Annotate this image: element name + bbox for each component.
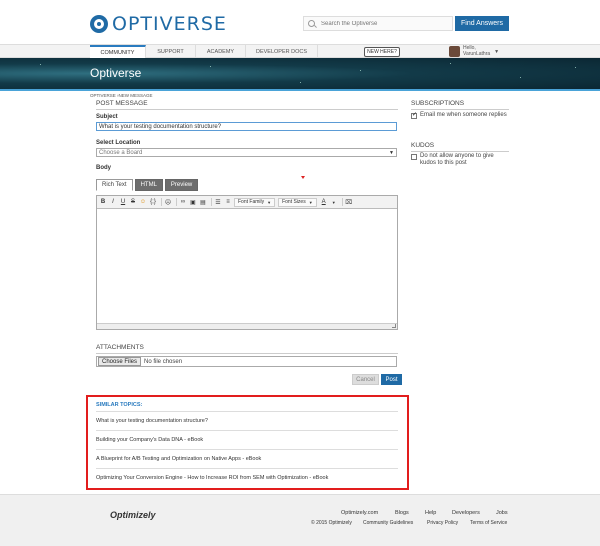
footer-link-privacy[interactable]: Privacy Policy [427,520,458,526]
italic-icon[interactable]: I [109,198,117,206]
footer-link-blogs[interactable]: Blogs [395,510,409,516]
nav-developer-docs[interactable]: DEVELOPER DOCS [246,45,318,58]
text-color-icon[interactable]: A [320,198,328,206]
logo-text: OPTIVERSE [112,13,227,35]
main-nav: COMMUNITY SUPPORT ACADEMY DEVELOPER DOCS… [0,44,600,58]
similar-topic-link[interactable]: What is your testing documentation struc… [96,418,398,424]
breadcrumb[interactable]: OPTIVERSE ›NEW MESSAGE [90,93,153,98]
video-icon[interactable]: ▤ [199,198,207,206]
editor-tabs: Rich Text HTML Preview [96,179,200,191]
resize-handle-icon[interactable] [392,324,396,328]
editor-statusbar [97,323,397,329]
email-replies-label: Email me when someone replies [420,112,507,118]
attachments-title: ATTACHMENTS [96,344,144,351]
no-file-text: No file chosen [144,358,183,365]
page-banner: Optiverse [0,58,600,89]
body-label: Body [96,165,111,171]
disable-kudos-checkbox[interactable] [411,154,417,160]
page-title: Optiverse [90,66,142,80]
find-answers-button[interactable]: Find Answers [455,16,509,31]
footer-link-guidelines[interactable]: Community Guidelines [363,520,413,526]
footer-link-terms[interactable]: Terms of Service [470,520,507,526]
cancel-button[interactable]: Cancel [352,374,379,385]
red-marker-icon [301,176,305,179]
location-select[interactable]: Choose a Board ▼ [96,148,397,157]
spoiler-icon[interactable]: ☹ [164,198,172,206]
footer-link-optimizely[interactable]: Optimizely.com [341,510,378,516]
divider [96,353,398,354]
user-menu[interactable]: Hello, VarunLathra ▼ [449,45,500,57]
emoticon-icon[interactable]: ☺ [139,198,147,206]
file-input[interactable]: Choose Files No file chosen [96,356,397,367]
email-replies-option[interactable]: Email me when someone replies [411,112,511,119]
underline-icon[interactable]: U [119,198,127,206]
username: VarunLathra [463,50,491,57]
chevron-down-icon: ▼ [389,149,394,156]
disable-kudos-option[interactable]: Do not allow anyone to give kudos to thi… [411,153,511,167]
search-box[interactable] [303,16,453,31]
bold-icon[interactable]: B [99,198,107,206]
choose-files-button[interactable]: Choose Files [98,357,142,366]
chevron-down-icon: ▼ [494,48,500,55]
email-replies-checkbox[interactable] [411,112,417,119]
similar-topics-panel: SIMILAR TOPICS: What is your testing doc… [86,395,409,490]
nav-academy[interactable]: ACADEMY [196,45,246,58]
subject-label: Subject [96,114,118,120]
similar-topic-link[interactable]: Optimizing Your Conversion Engine - How … [96,475,398,481]
subject-input[interactable]: What is your testing documentation struc… [96,122,397,131]
tab-html[interactable]: HTML [134,179,163,191]
font-family-select[interactable]: Font Family ▼ [234,197,276,207]
link-icon[interactable]: ∞ [179,198,187,206]
disable-kudos-label: Do not allow anyone to give kudos to thi… [420,153,494,166]
optiverse-logo[interactable]: OPTIVERSE [90,13,227,35]
bullet-list-icon[interactable]: ≡ [224,198,232,206]
footer-link-help[interactable]: Help [425,510,436,516]
tab-rich-text[interactable]: Rich Text [96,179,133,191]
tab-preview[interactable]: Preview [164,179,199,191]
new-here-button[interactable]: NEW HERE? [364,47,400,57]
footer-logo[interactable]: Optimizely [110,510,156,520]
editor-toolbar: B I U S ☺ {;} ☹ ∞ ▣ ▤ ☰ ≡ Font Family ▼ F… [97,196,397,209]
footer-link-jobs[interactable]: Jobs [496,510,508,516]
site-footer: Optimizely Optimizely.com Blogs Help Dev… [0,494,600,546]
logo-mark-icon [90,15,108,33]
divider [96,109,398,110]
nav-community[interactable]: COMMUNITY [90,45,146,58]
post-message-title: POST MESSAGE [96,100,148,107]
copyright: © 2015 Optimizely [311,520,352,526]
image-icon[interactable]: ▣ [189,198,197,206]
banner-divider [0,89,600,91]
post-button[interactable]: Post [381,374,402,385]
nav-support[interactable]: SUPPORT [146,45,196,58]
rich-text-editor[interactable]: B I U S ☺ {;} ☹ ∞ ▣ ▤ ☰ ≡ Font Family ▼ F… [96,195,398,330]
font-sizes-select[interactable]: Font Sizes ▼ [278,197,317,207]
kudos-title: KUDOS [411,142,435,149]
location-select-value: Choose a Board [99,149,143,156]
search-input[interactable] [321,20,441,27]
similar-topic-link[interactable]: A Blueprint for A/B Testing and Optimiza… [96,456,398,462]
strikethrough-icon[interactable]: S [129,198,137,206]
search-icon [308,20,315,27]
numbered-list-icon[interactable]: ☰ [214,198,222,206]
code-icon[interactable]: {;} [149,198,157,206]
similar-topics-title: SIMILAR TOPICS: [96,402,143,408]
similar-topic-link[interactable]: Building your Company's Data DNA - eBook [96,437,398,443]
chevron-down-icon[interactable]: ▼ [330,198,338,206]
subscriptions-title: SUBSCRIPTIONS [411,100,465,107]
site-header: OPTIVERSE Find Answers [0,0,600,44]
avatar [449,46,460,57]
location-label: Select Location [96,140,141,146]
clear-formatting-icon[interactable]: ⌧ [345,198,353,206]
footer-link-developers[interactable]: Developers [452,510,480,516]
